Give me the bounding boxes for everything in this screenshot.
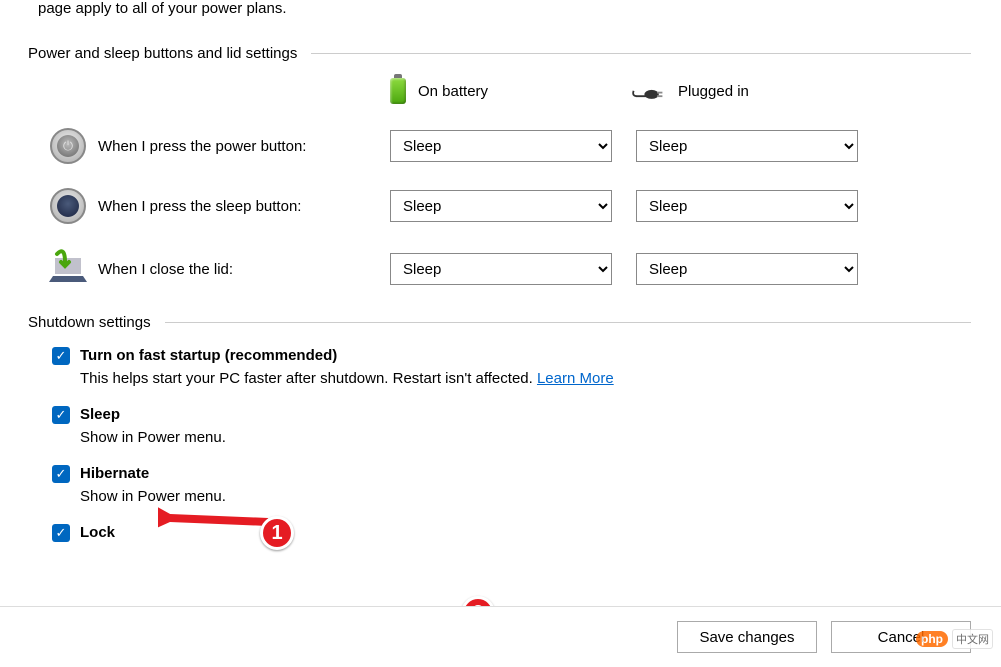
section-power-sleep-header: Power and sleep buttons and lid settings	[28, 45, 1001, 62]
checkbox-hibernate[interactable]: ✓	[52, 465, 70, 483]
footer: Save changes Cancel	[0, 606, 1001, 667]
close-lid-battery-select[interactable]: Sleep	[390, 253, 612, 285]
sleep-button-battery-select[interactable]: Sleep	[390, 190, 612, 222]
intro-text: page apply to all of your power plans.	[38, 0, 1001, 17]
close-lid-label: When I close the lid:	[98, 261, 390, 278]
power-button-battery-select[interactable]: Sleep	[390, 130, 612, 162]
hibernate-title: Hibernate	[80, 463, 226, 486]
lock-title: Lock	[80, 522, 115, 545]
close-lid-icon	[47, 248, 89, 290]
battery-icon	[390, 78, 406, 104]
sleep-desc: Show in Power menu.	[80, 427, 226, 450]
shutdown-item-fast-startup: ✓ Turn on fast startup (recommended) Thi…	[52, 345, 1001, 390]
watermark-text: 中文网	[952, 629, 993, 649]
watermark-brand: php	[916, 631, 948, 647]
divider	[311, 53, 971, 54]
checkbox-lock[interactable]: ✓	[52, 524, 70, 542]
fast-startup-title: Turn on fast startup (recommended)	[80, 345, 614, 368]
row-close-lid: When I close the lid: Sleep Sleep	[38, 248, 1001, 290]
power-button-label: When I press the power button:	[98, 138, 390, 155]
column-headers: On battery Plugged in	[38, 76, 1001, 106]
section-shutdown-header: Shutdown settings	[28, 314, 1001, 331]
shutdown-item-hibernate: ✓ Hibernate Show in Power menu.	[52, 463, 1001, 508]
sleep-title: Sleep	[80, 404, 226, 427]
close-lid-plugged-select[interactable]: Sleep	[636, 253, 858, 285]
section-shutdown-title: Shutdown settings	[28, 314, 165, 331]
fast-startup-desc: This helps start your PC faster after sh…	[80, 370, 537, 387]
divider	[165, 322, 971, 323]
sleep-button-label: When I press the sleep button:	[98, 198, 390, 215]
plug-icon	[630, 76, 666, 106]
save-changes-button[interactable]: Save changes	[677, 621, 817, 653]
on-battery-label: On battery	[418, 83, 488, 100]
annotation-badge-1: 1	[260, 516, 294, 550]
sleep-button-icon	[50, 188, 86, 224]
shutdown-item-sleep: ✓ Sleep Show in Power menu.	[52, 404, 1001, 449]
learn-more-link[interactable]: Learn More	[537, 370, 614, 387]
power-button-icon: ⏻	[50, 128, 86, 164]
watermark: php 中文网	[916, 629, 993, 649]
checkbox-sleep[interactable]: ✓	[52, 406, 70, 424]
plugged-in-label: Plugged in	[678, 83, 749, 100]
row-power-button: ⏻ When I press the power button: Sleep S…	[38, 128, 1001, 164]
section-power-sleep-title: Power and sleep buttons and lid settings	[28, 45, 311, 62]
row-sleep-button: When I press the sleep button: Sleep Sle…	[38, 188, 1001, 224]
power-button-plugged-select[interactable]: Sleep	[636, 130, 858, 162]
checkbox-fast-startup[interactable]: ✓	[52, 347, 70, 365]
sleep-button-plugged-select[interactable]: Sleep	[636, 190, 858, 222]
